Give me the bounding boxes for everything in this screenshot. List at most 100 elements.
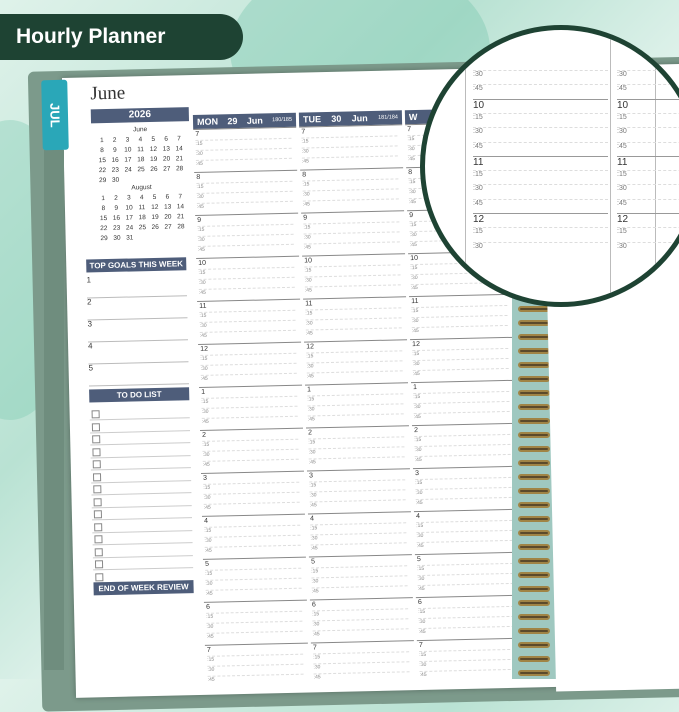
hour-slot[interactable]: 5:15:30:45 bbox=[202, 556, 307, 602]
calendar-day: 15 bbox=[98, 157, 106, 165]
hour-slot[interactable]: 3:15:30:45 bbox=[412, 465, 517, 512]
todo-checkbox[interactable] bbox=[94, 560, 104, 569]
hour-slot[interactable]: 1:15:30:45 bbox=[199, 384, 303, 430]
hour-slot[interactable]: 1:15:30:45 bbox=[410, 379, 515, 426]
hour-slot[interactable]: 4:15:30:45 bbox=[307, 511, 412, 557]
hour-slot[interactable]: 4:15:30:45 bbox=[413, 508, 518, 555]
mag-time-label: :45 bbox=[473, 141, 608, 150]
calendar-day: 26 bbox=[150, 165, 158, 174]
quarter-label: :45 bbox=[309, 499, 406, 509]
quarter-label: :30 bbox=[201, 405, 298, 415]
hour-slot[interactable]: 9:15:30:45 bbox=[195, 212, 300, 259]
hour-slot[interactable]: 6:15:30:45 bbox=[415, 594, 520, 641]
hour-slot[interactable]: 8:15:30:45 bbox=[194, 169, 299, 216]
quarter-label: :30 bbox=[204, 534, 301, 544]
todo-checkbox[interactable] bbox=[91, 422, 101, 431]
todo-checkbox[interactable] bbox=[91, 410, 100, 419]
todo-checkbox[interactable] bbox=[92, 447, 101, 456]
calendar-day: 22 bbox=[100, 225, 108, 233]
hour-slot[interactable]: 12:15:30:45 bbox=[304, 339, 408, 385]
hour-slot[interactable]: 11:15:30:45 bbox=[197, 298, 302, 344]
quarter-label: :30 bbox=[416, 529, 513, 540]
quarter-label: :15 bbox=[311, 565, 408, 575]
quarter-label: :30 bbox=[415, 486, 512, 497]
hour-slot[interactable]: 4:15:30:45 bbox=[201, 513, 306, 559]
calendar-day: 17 bbox=[125, 214, 134, 222]
quarter-label: :45 bbox=[201, 415, 298, 425]
day-header-date: 29 bbox=[227, 116, 238, 127]
calendar-day: 8 bbox=[100, 147, 104, 155]
hour-slot[interactable]: 2:15:30:45 bbox=[411, 422, 516, 469]
mag-column-divider bbox=[610, 30, 611, 302]
quarter-label: :45 bbox=[195, 157, 293, 167]
hour-label: 9 bbox=[409, 212, 414, 220]
todo-checkbox[interactable] bbox=[93, 497, 102, 506]
hour-slot[interactable]: 10:15:30:45 bbox=[196, 255, 301, 301]
calendar-day: 23 bbox=[111, 166, 120, 174]
spiral-ring bbox=[518, 586, 550, 592]
hour-slot[interactable]: 9:15:30:45 bbox=[301, 210, 406, 256]
spiral-ring bbox=[518, 404, 550, 410]
calendar-day: 27 bbox=[163, 165, 171, 173]
mag-time-label: :45 bbox=[617, 84, 679, 92]
quarter-label: :45 bbox=[310, 542, 407, 552]
todo-checkbox[interactable] bbox=[94, 547, 103, 556]
month-tab-jul[interactable]: JUL bbox=[41, 79, 69, 151]
quarter-label: :30 bbox=[306, 360, 403, 370]
hour-slot[interactable]: 3:15:30:45 bbox=[306, 468, 411, 514]
hour-slot[interactable]: 2:15:30:45 bbox=[200, 427, 304, 473]
quarter-label: :30 bbox=[195, 147, 292, 157]
calendar-day: 5 bbox=[152, 193, 157, 201]
hour-slot[interactable]: 7:15:30:45 bbox=[204, 642, 309, 688]
calendar-day: 18 bbox=[137, 156, 145, 164]
goal-line[interactable]: 5 bbox=[88, 361, 189, 387]
quarter-label: :45 bbox=[196, 200, 294, 210]
quarter-label: :30 bbox=[412, 357, 509, 368]
todo-checkbox[interactable] bbox=[93, 485, 102, 494]
todo-checkbox[interactable] bbox=[94, 522, 103, 531]
calendar-day: 25 bbox=[138, 224, 147, 232]
day-count: 180/185 bbox=[272, 116, 293, 124]
hour-label: 1 bbox=[201, 388, 206, 396]
quarter-label: :15 bbox=[415, 476, 512, 487]
todo-checkbox[interactable] bbox=[94, 535, 103, 544]
hour-label: 5 bbox=[416, 555, 422, 564]
hour-slot[interactable]: 11:15:30:45 bbox=[409, 293, 513, 340]
hour-slot[interactable]: 7:15:30:45 bbox=[193, 126, 298, 173]
hour-slot[interactable]: 3:15:30:45 bbox=[200, 470, 305, 516]
quarter-label: :30 bbox=[207, 663, 304, 673]
todo-checkbox[interactable] bbox=[92, 435, 101, 444]
hour-slot[interactable]: 5:15:30:45 bbox=[414, 551, 519, 598]
hour-slot[interactable]: 7:15:30:45 bbox=[416, 637, 521, 684]
hour-slot[interactable]: 11:15:30:45 bbox=[303, 296, 408, 342]
calendar-day: 24 bbox=[124, 166, 132, 174]
day-header-dow: TUE bbox=[302, 114, 322, 125]
todo-checkbox[interactable] bbox=[92, 460, 101, 469]
quarter-label: :15 bbox=[202, 438, 299, 448]
hour-label: 8 bbox=[196, 173, 201, 181]
hour-slot[interactable]: 7:15:30:45 bbox=[299, 124, 404, 170]
spiral-ring bbox=[518, 460, 550, 466]
spiral-ring bbox=[518, 614, 550, 620]
hour-slot[interactable]: 8:15:30:45 bbox=[300, 167, 405, 213]
hour-slot[interactable]: 12:15:30:45 bbox=[410, 336, 514, 383]
todo-checkbox[interactable] bbox=[93, 510, 102, 519]
quarter-label: :30 bbox=[196, 190, 293, 200]
todo-checkbox[interactable] bbox=[92, 472, 102, 481]
quarter-label: :15 bbox=[412, 347, 509, 358]
hour-label: 10 bbox=[198, 259, 207, 267]
hour-slot[interactable]: 5:15:30:45 bbox=[308, 554, 413, 600]
hour-slot[interactable]: 6:15:30:45 bbox=[309, 597, 414, 643]
calendar-day: 25 bbox=[137, 166, 145, 174]
hour-slot[interactable]: 2:15:30:45 bbox=[305, 425, 410, 471]
hour-label: 2 bbox=[202, 431, 207, 439]
hour-slot[interactable]: 6:15:30:45 bbox=[203, 599, 308, 645]
hour-label: 7 bbox=[301, 128, 306, 136]
hour-slot[interactable]: 10:15:30:45 bbox=[302, 253, 407, 299]
hour-label: 9 bbox=[197, 216, 202, 224]
hour-slot[interactable]: 12:15:30:45 bbox=[198, 341, 303, 387]
hour-slot[interactable]: 1:15:30:45 bbox=[305, 382, 409, 428]
todo-checkbox[interactable] bbox=[95, 572, 104, 581]
top-goals-header: TOP GOALS THIS WEEK bbox=[86, 257, 187, 273]
day-column: MON 29 Jun 180/185 7:15:30:45 8:15:30:45 9:15:… bbox=[192, 112, 309, 688]
